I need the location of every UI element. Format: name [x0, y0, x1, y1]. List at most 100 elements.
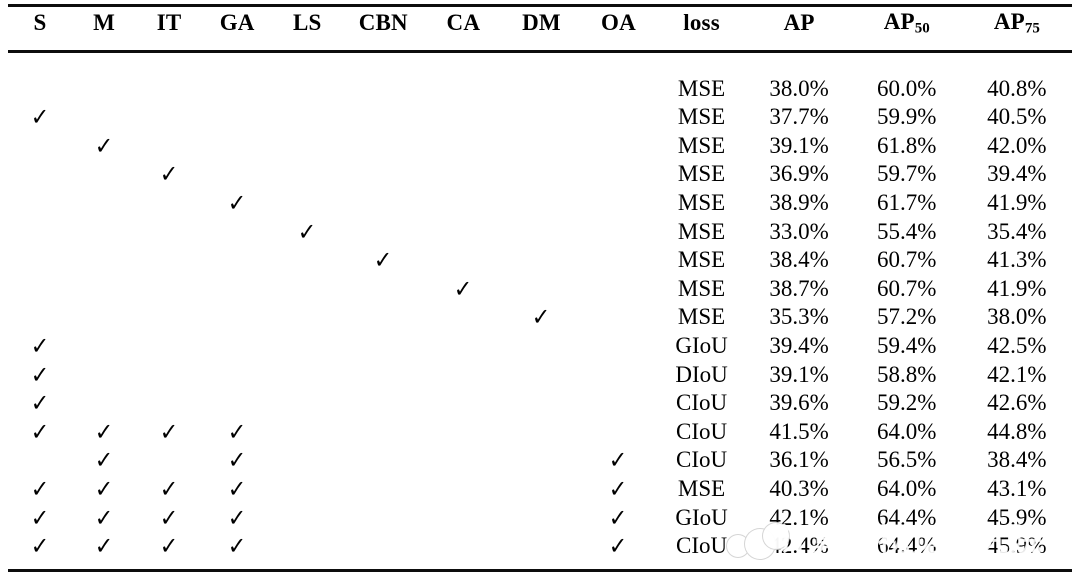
checkmark-cell-m: ✓ [72, 532, 136, 561]
cell-ap50: 60.7% [877, 275, 937, 301]
empty-cell-ls [272, 246, 342, 275]
cell-loss: CIoU [675, 418, 728, 444]
checkmark-cell-m: ✓ [72, 475, 136, 504]
check-icon: ✓ [159, 417, 179, 446]
check-icon: ✓ [532, 303, 551, 332]
cell-ap: 33.0% [769, 218, 829, 244]
empty-cell-it [136, 303, 202, 332]
cell-ap: 37.7% [769, 104, 829, 130]
cell-ap75: 41.9% [987, 275, 1047, 301]
empty-cell-ga [202, 132, 272, 161]
empty-cell-ga [202, 103, 272, 132]
cell-ap75: 42.6% [987, 390, 1047, 416]
column-header-it-label: IT [156, 10, 182, 35]
cell-ap: 39.1% [769, 132, 829, 158]
empty-cell-it [136, 103, 202, 132]
empty-cell-it [136, 389, 202, 418]
cell-loss: MSE [677, 132, 726, 158]
cell-ap50: 59.2% [877, 390, 937, 416]
cell-ap75: 42.1% [987, 361, 1047, 387]
empty-cell-cbn [342, 275, 424, 304]
empty-cell-ls [272, 532, 342, 561]
empty-cell-oa [580, 189, 656, 218]
checkmark-cell-dm: ✓ [502, 303, 580, 332]
checkmark-cell-it: ✓ [136, 160, 202, 189]
empty-cell-ga [202, 332, 272, 361]
check-icon: ✓ [30, 503, 50, 532]
empty-cell-it [136, 246, 202, 275]
empty-cell-ls [272, 132, 342, 161]
checkmark-cell-ga: ✓ [202, 418, 272, 447]
checkmark-cell-oa: ✓ [580, 504, 656, 533]
empty-cell-dm [502, 475, 580, 504]
empty-cell-ls [272, 504, 342, 533]
table-row: MSE 38.0% 60.0% 40.8% [8, 75, 1072, 104]
empty-cell-dm [502, 189, 580, 218]
column-header-ap75-label: AP [993, 8, 1025, 34]
cell-ap50: 57.2% [877, 304, 937, 330]
cell-loss: DIoU [675, 361, 728, 387]
cell-loss: MSE [677, 75, 726, 101]
cell-ap75: 40.8% [987, 75, 1047, 101]
table-row: ✓ MSE 37.7% 59.9% 40.5% [8, 103, 1072, 132]
empty-cell-ls [272, 475, 342, 504]
checkmark-cell-s: ✓ [8, 389, 72, 418]
empty-cell-dm [502, 446, 580, 475]
column-header-m-label: M [93, 10, 116, 35]
empty-cell-ls [272, 332, 342, 361]
cell-loss: MSE [677, 304, 726, 330]
table-body: MSE 38.0% 60.0% 40.8% ✓ MSE 37.7% 59.9% 40.5% ✓ MS… [8, 46, 1072, 561]
checkmark-cell-ls: ✓ [272, 218, 342, 247]
empty-cell-s [8, 160, 72, 189]
empty-cell-it [136, 275, 202, 304]
checkmark-cell-s: ✓ [8, 103, 72, 132]
checkmark-cell-ga: ✓ [202, 475, 272, 504]
empty-cell-dm [502, 389, 580, 418]
check-icon: ✓ [227, 532, 247, 561]
cell-ap: 41.5% [769, 418, 829, 444]
check-icon: ✓ [94, 503, 114, 532]
column-header-ls-label: LS [292, 10, 322, 35]
checkmark-cell-oa: ✓ [580, 475, 656, 504]
empty-cell-m [72, 160, 136, 189]
empty-cell-ga [202, 75, 272, 104]
empty-cell-s [8, 132, 72, 161]
empty-cell-m [72, 103, 136, 132]
table-row: ✓ DIoU 39.1% 58.8% 42.1% [8, 361, 1072, 390]
cell-ap75: 35.4% [987, 218, 1047, 244]
checkmark-cell-s: ✓ [8, 361, 72, 390]
empty-cell-dm [502, 361, 580, 390]
cell-ap50: 58.8% [877, 361, 937, 387]
empty-cell-m [72, 275, 136, 304]
check-icon: ✓ [30, 532, 50, 561]
empty-cell-oa [580, 275, 656, 304]
empty-cell-ls [272, 389, 342, 418]
empty-cell-cbn [342, 532, 424, 561]
check-icon: ✓ [374, 246, 393, 275]
checkmark-cell-s: ✓ [8, 475, 72, 504]
check-icon: ✓ [227, 188, 247, 217]
checkmark-cell-ga: ✓ [202, 446, 272, 475]
checkmark-cell-cbn: ✓ [342, 246, 424, 275]
check-icon: ✓ [227, 503, 247, 532]
cell-loss: CIoU [675, 447, 728, 473]
checkmark-cell-ca: ✓ [424, 275, 502, 304]
empty-cell-ga [202, 303, 272, 332]
empty-cell-ga [202, 275, 272, 304]
check-icon: ✓ [227, 446, 247, 475]
cell-loss: MSE [677, 247, 726, 273]
empty-cell-dm [502, 418, 580, 447]
cell-ap50: 64.0% [877, 475, 937, 501]
checkmark-cell-it: ✓ [136, 418, 202, 447]
check-icon: ✓ [227, 474, 247, 503]
check-icon: ✓ [297, 217, 317, 246]
empty-cell-ga [202, 160, 272, 189]
empty-cell-ca [424, 361, 502, 390]
empty-cell-s [8, 303, 72, 332]
table-top-rule [8, 4, 1072, 7]
check-icon: ✓ [159, 503, 179, 532]
cell-loss: GIoU [675, 504, 728, 530]
cell-ap50: 60.0% [877, 75, 937, 101]
empty-cell-dm [502, 103, 580, 132]
checkmark-cell-ga: ✓ [202, 504, 272, 533]
